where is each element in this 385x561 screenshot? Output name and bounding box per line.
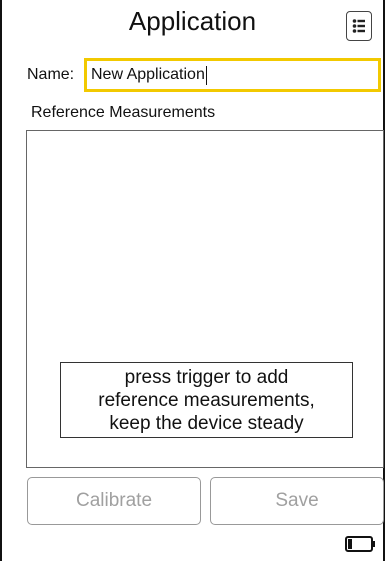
menu-button[interactable] — [346, 11, 372, 41]
hint-line-1: press trigger to add — [124, 366, 289, 388]
name-label: Name: — [27, 66, 75, 83]
calibrate-button[interactable]: Calibrate — [27, 477, 201, 525]
hint-line-3: keep the device steady — [109, 412, 304, 434]
list-menu-icon — [352, 19, 365, 33]
reference-hint: press trigger to add reference measureme… — [60, 362, 353, 438]
application-screen: Application Name: New Application Refere… — [0, 0, 385, 561]
save-button[interactable]: Save — [210, 477, 384, 525]
name-input[interactable]: New Application — [84, 58, 381, 92]
battery-icon — [345, 536, 375, 552]
hint-line-2: reference measurements, — [98, 389, 315, 411]
text-caret — [205, 65, 207, 85]
name-input-value: New Application — [91, 66, 205, 83]
screen-edge-left — [0, 0, 2, 561]
page-title: Application — [128, 6, 257, 36]
reference-measurements-heading: Reference Measurements — [31, 104, 216, 121]
